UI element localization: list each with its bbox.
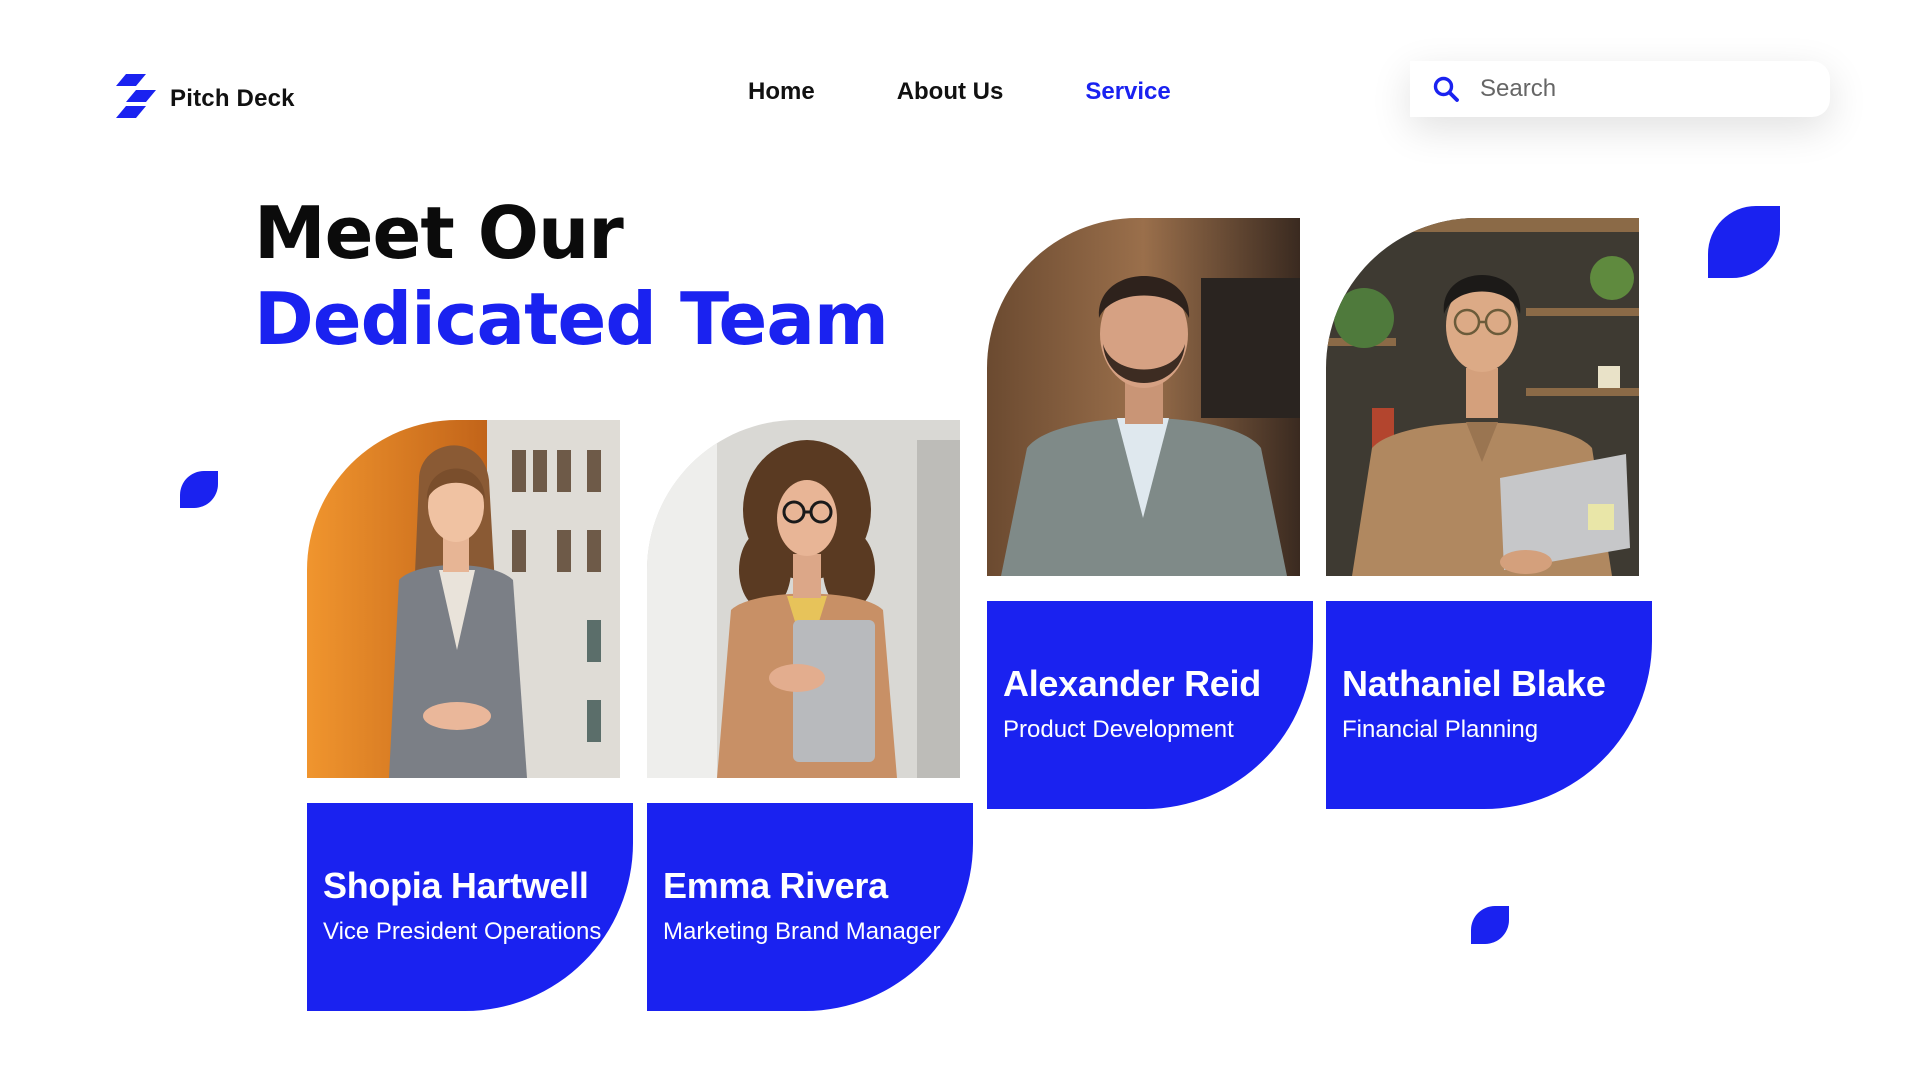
heading-line-1: Meet Our: [254, 191, 624, 275]
search-bar: [1410, 61, 1830, 117]
member-role: Vice President Operations: [323, 918, 602, 945]
member-role: Product Development: [1003, 716, 1234, 743]
page-heading: Meet Our Dedicated Team: [254, 190, 889, 362]
nav-home[interactable]: Home: [748, 78, 815, 106]
main-nav: Home About Us Service: [748, 78, 1171, 106]
member-info-panel: Alexander Reid Product Development: [987, 601, 1313, 809]
search-input[interactable]: [1478, 74, 1802, 104]
member-role: Financial Planning: [1342, 716, 1539, 743]
member-photo: [987, 218, 1300, 576]
member-name: Alexander Reid: [1003, 663, 1261, 704]
member-name: Shopia Hartwell: [323, 865, 589, 906]
member-info-panel: Shopia Hartwell Vice President Operation…: [307, 803, 633, 1011]
member-role: Marketing Brand Manager: [663, 918, 941, 945]
brand-logo-link[interactable]: Pitch Deck: [116, 74, 295, 123]
search-icon[interactable]: [1432, 75, 1460, 103]
decorative-leaf-shape: [180, 471, 218, 508]
nav-service[interactable]: Service: [1085, 78, 1170, 106]
member-photo: [307, 420, 620, 778]
member-info-panel: Nathaniel Blake Financial Planning: [1326, 601, 1652, 809]
decorative-leaf-shape: [1471, 906, 1509, 944]
brand-name: Pitch Deck: [170, 84, 295, 112]
member-info-panel: Emma Rivera Marketing Brand Manager: [647, 803, 973, 1011]
nav-about-us[interactable]: About Us: [897, 78, 1004, 106]
member-photo: [647, 420, 960, 778]
stripes-logo-icon: [116, 74, 156, 123]
member-name: Nathaniel Blake: [1342, 663, 1606, 704]
member-photo: [1326, 218, 1639, 576]
heading-line-2: Dedicated Team: [254, 277, 889, 361]
member-name: Emma Rivera: [663, 865, 888, 906]
decorative-leaf-shape: [1708, 206, 1780, 278]
